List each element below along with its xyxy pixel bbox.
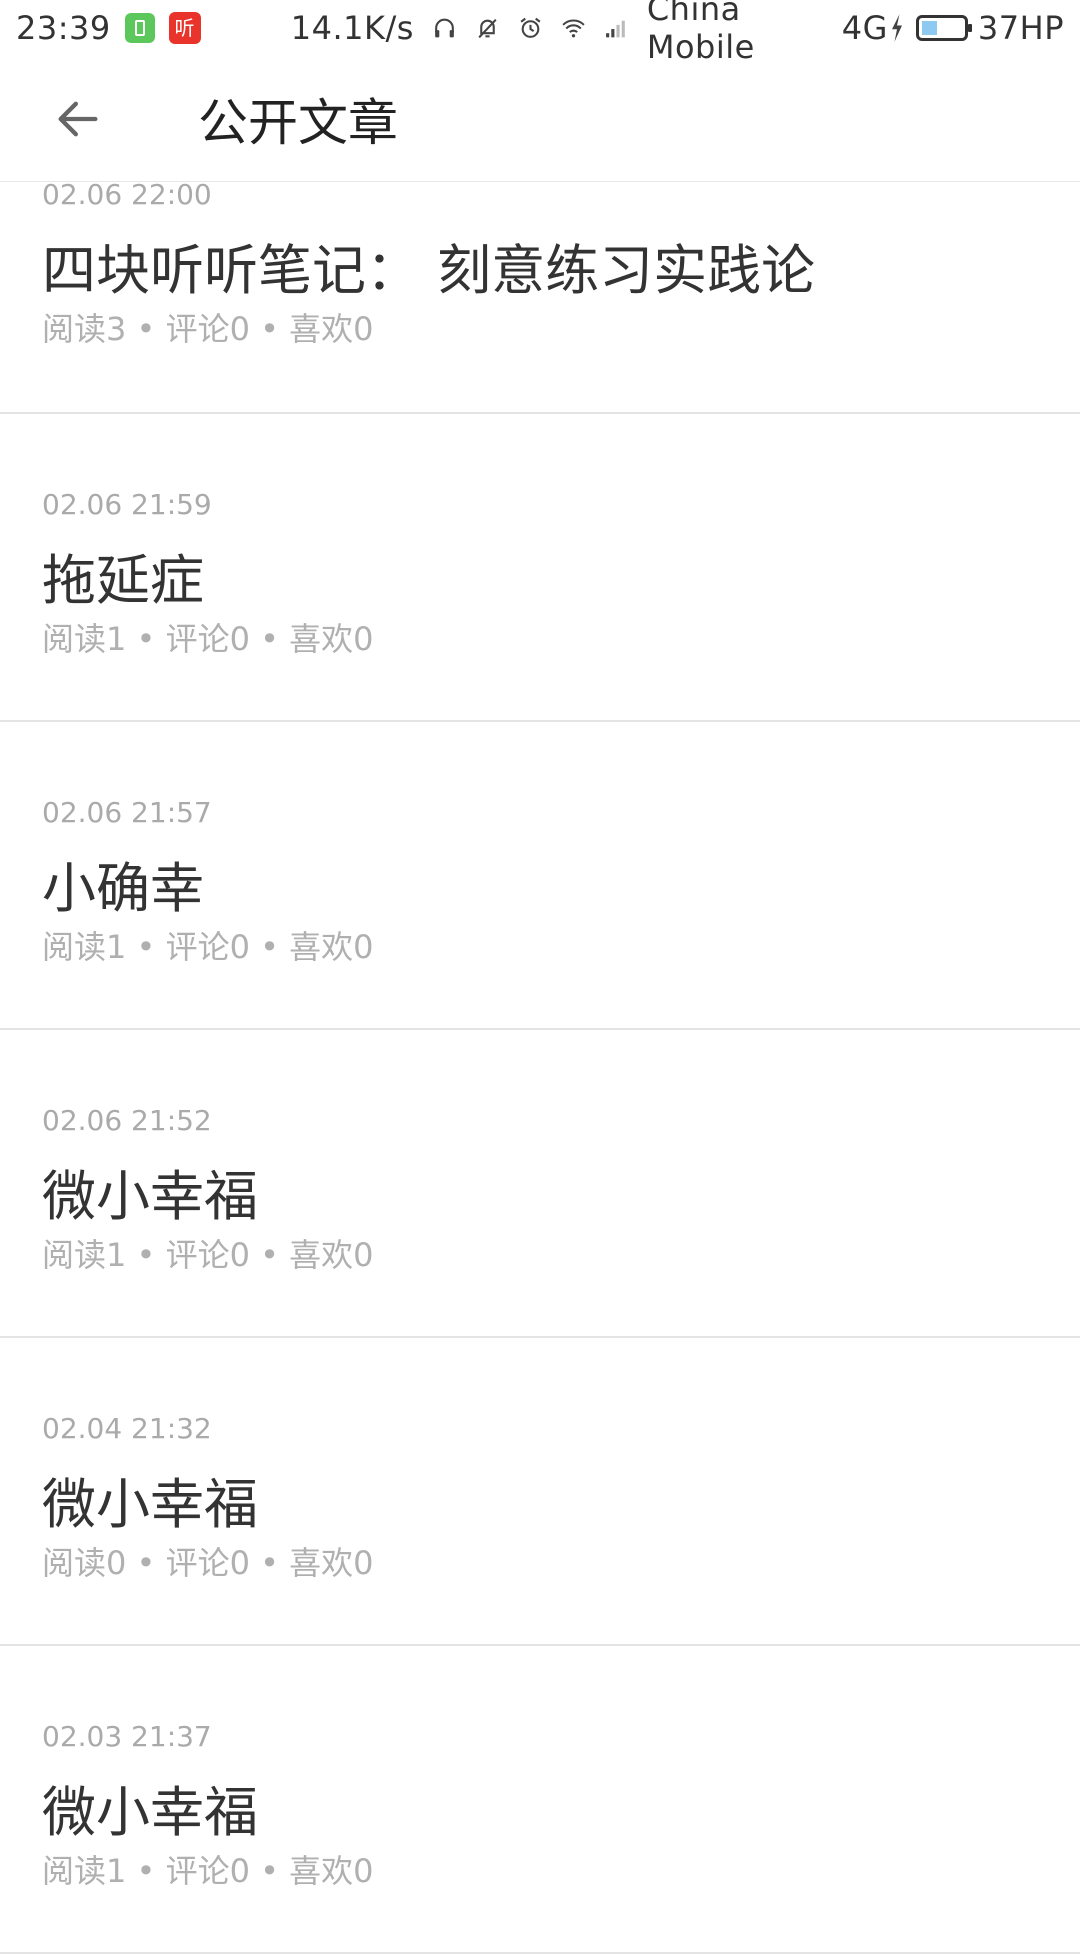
back-button[interactable] — [38, 79, 118, 159]
article-list-item[interactable]: 02.04 21:32 微小幸福阅读0 • 评论0 • 喜欢0 — [0, 1338, 1080, 1646]
article-title[interactable]: 微小幸福 — [42, 1768, 258, 1847]
signal-icon — [605, 20, 625, 38]
headphones-icon — [435, 18, 454, 38]
alarm-icon — [520, 17, 541, 38]
network-speed: 14.1K/s — [290, 9, 414, 47]
battery-level-fill — [921, 21, 937, 35]
bell-off-icon — [478, 18, 497, 39]
article-stats: 阅读1 • 评论0 • 喜欢0 — [42, 620, 374, 658]
article-date: 02.06 21:59 — [42, 488, 212, 521]
article-date: 02.06 21:57 — [42, 796, 212, 829]
article-title[interactable]: 微小幸福 — [42, 1152, 258, 1231]
article-stats: 阅读1 • 评论0 • 喜欢0 — [42, 1852, 374, 1890]
network-type: 4G — [841, 9, 888, 47]
article-stats: 阅读3 • 评论0 • 喜欢0 — [42, 310, 374, 348]
article-title[interactable]: 微小幸福 — [42, 1460, 258, 1539]
article-stats: 阅读1 • 评论0 • 喜欢0 — [42, 1236, 374, 1274]
article-list-item[interactable]: 02.06 21:57 小确幸阅读1 • 评论0 • 喜欢0 — [0, 722, 1080, 1030]
article-date: 02.03 21:37 — [42, 1720, 212, 1753]
article-stats: 阅读0 • 评论0 • 喜欢0 — [42, 1544, 374, 1582]
charging-icon — [891, 14, 902, 42]
article-title[interactable]: 四块听听笔记： 刻意练习实践论 — [42, 226, 815, 305]
article-stats: 阅读1 • 评论0 • 喜欢0 — [42, 928, 374, 966]
article-date: 02.06 21:52 — [42, 1104, 212, 1137]
article-list[interactable]: 02.06 22:00 四块听听笔记： 刻意练习实践论阅读3 • 评论0 • 喜欢… — [0, 178, 1080, 1954]
ting-app-icon: 听 — [168, 12, 201, 44]
arrow-left-icon — [58, 101, 98, 136]
wifi-icon — [562, 19, 585, 38]
article-list-item[interactable]: 02.06 21:59 拖延症阅读1 • 评论0 • 喜欢0 — [0, 414, 1080, 722]
article-date: 02.04 21:32 — [42, 1412, 212, 1445]
battery-text: 37HP — [977, 9, 1064, 47]
article-list-item[interactable]: 02.06 22:00 四块听听笔记： 刻意练习实践论阅读3 • 评论0 • 喜欢… — [0, 178, 1080, 414]
app-bar: 公开文章 — [0, 56, 1080, 182]
app-green-icon — [124, 13, 155, 43]
article-title[interactable]: 小确幸 — [42, 844, 204, 923]
status-bar: 23:39 听 14.1K/s China Mobile 4G 37HP — [0, 0, 1080, 66]
article-date: 02.06 22:00 — [42, 178, 212, 211]
page-title: 公开文章 — [198, 93, 398, 152]
battery-icon — [915, 15, 972, 41]
article-list-item[interactable]: 02.06 21:52 微小幸福阅读1 • 评论0 • 喜欢0 — [0, 1030, 1080, 1338]
article-list-item[interactable]: 02.03 21:37 微小幸福阅读1 • 评论0 • 喜欢0 — [0, 1646, 1080, 1954]
status-time: 23:39 — [16, 9, 111, 47]
article-title[interactable]: 拖延症 — [42, 536, 204, 615]
